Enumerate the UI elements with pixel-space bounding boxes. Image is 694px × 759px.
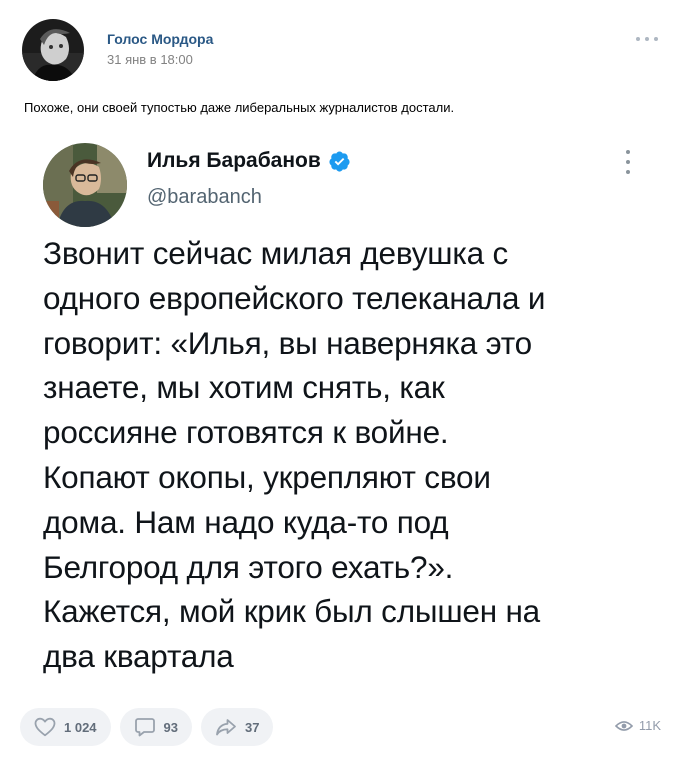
author-meta: Голос Мордора 31 янв в 18:00 bbox=[107, 30, 213, 69]
tweet-text-line: Звонит сейчас милая девушка с bbox=[43, 235, 509, 271]
post-card: Голос Мордора 31 янв в 18:00 Похоже, они… bbox=[0, 0, 694, 759]
share-button[interactable]: 37 bbox=[201, 708, 274, 746]
post-text: Похоже, они своей тупостью даже либераль… bbox=[24, 100, 455, 115]
like-button[interactable]: 1 024 bbox=[20, 708, 111, 746]
share-count: 37 bbox=[245, 719, 260, 735]
tweet-author-handle: @barabanch bbox=[147, 186, 262, 208]
post-actions: 1 024 93 37 bbox=[20, 708, 274, 746]
comment-count: 93 bbox=[163, 719, 179, 735]
more-options-icon[interactable] bbox=[636, 32, 658, 46]
author-avatar[interactable] bbox=[22, 19, 84, 81]
tweet-text-line: Копают окопы, укрепляют свои bbox=[43, 458, 491, 495]
heart-icon bbox=[34, 717, 56, 737]
tweet-author-name: Илья Барабанов bbox=[147, 149, 321, 172]
views-counter: 11K bbox=[614, 718, 661, 733]
tweet-name-row: Илья Барабанов bbox=[147, 147, 351, 175]
tweet-more-icon bbox=[625, 150, 631, 174]
eye-icon bbox=[614, 720, 633, 731]
post-header: Голос Мордора 31 янв в 18:00 bbox=[22, 18, 213, 82]
tweet-text-line: знаете, мы хотим снять, как bbox=[43, 369, 445, 406]
tweet-text-line: два квартала bbox=[43, 638, 234, 675]
comment-button[interactable]: 93 bbox=[119, 708, 193, 746]
share-arrow-icon bbox=[216, 719, 236, 736]
tweet-text-line: Белгород для этого ехать?». bbox=[43, 548, 454, 585]
post-date[interactable]: 31 янв в 18:00 bbox=[107, 51, 213, 69]
author-name-link[interactable]: Голос Мордора bbox=[107, 30, 213, 48]
tweet-text-line: дома. Нам надо куда-то под bbox=[43, 503, 449, 540]
tweet-author-avatar bbox=[43, 143, 127, 227]
comment-icon bbox=[134, 718, 155, 737]
tweet-text-line: говорит: «Илья, вы наверняка это bbox=[43, 324, 533, 361]
tweet-text-line: россияне готовятся к войне. bbox=[43, 414, 449, 451]
like-count: 1 024 bbox=[64, 719, 97, 735]
views-count: 11K bbox=[638, 718, 661, 733]
tweet-text-line: Кажется, мой крик был слышен на bbox=[43, 593, 540, 630]
tweet-text: Звонит сейчас милая девушка с одного евр… bbox=[43, 231, 663, 679]
tweet-text-line: одного европейского телеканала и bbox=[43, 279, 546, 316]
verified-badge-icon bbox=[329, 150, 350, 172]
tweet-screenshot[interactable]: Илья Барабанов @barabanch Звонит сейчас … bbox=[24, 128, 669, 695]
